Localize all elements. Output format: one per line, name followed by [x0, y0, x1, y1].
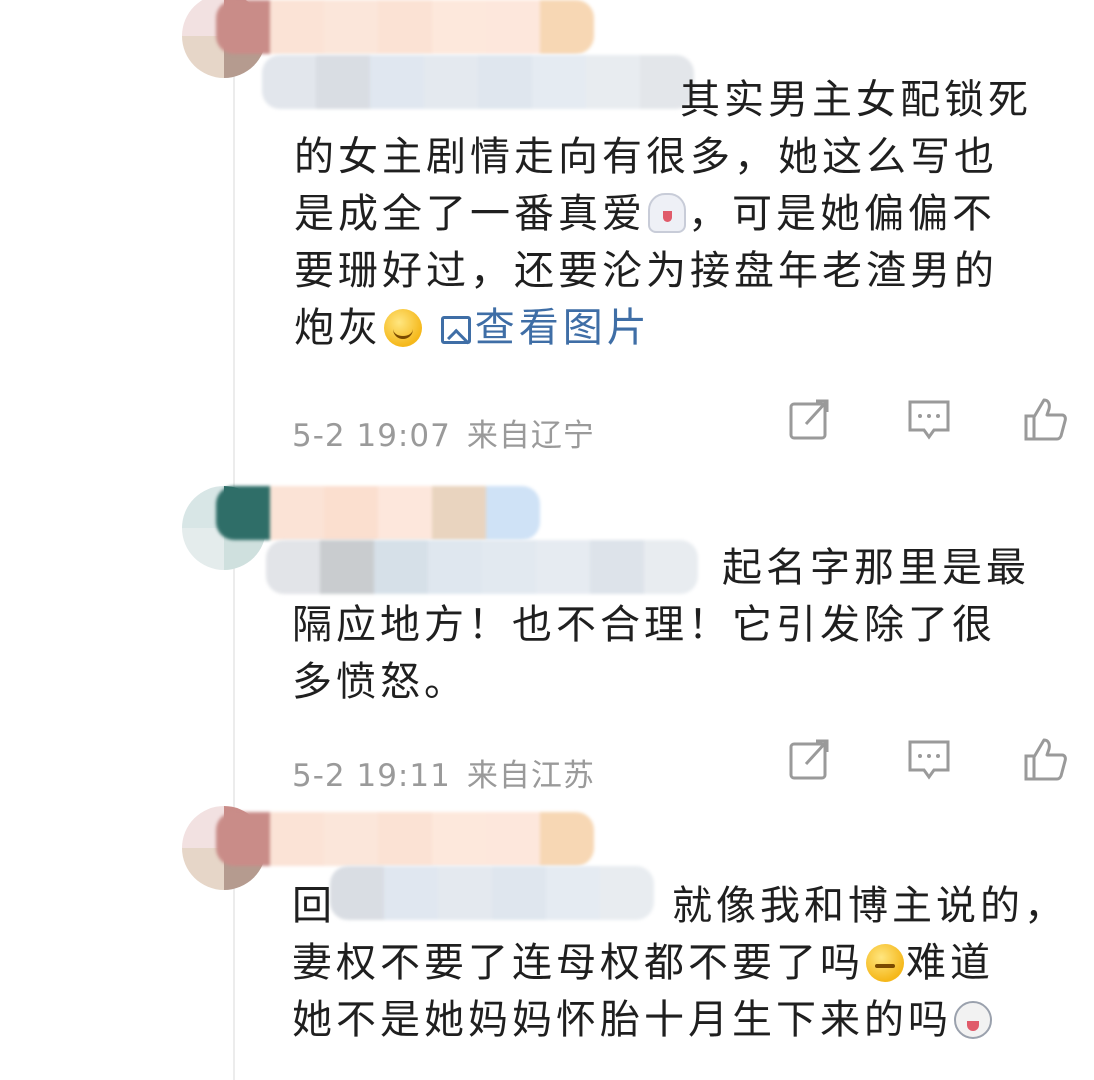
comment-text-line: ，可是她偏偏不 [688, 191, 996, 237]
comment-text-line: 炮灰 [294, 305, 382, 351]
reply-button[interactable] [906, 736, 952, 782]
comment-3-text: 回 就像我和博主说的， 妻权不要了连母权都不要了吗 难道 她不是她妈妈怀胎十月生下来… [292, 878, 1072, 1049]
comment-1: 其实男主女配锁死 的女主剧情走向有很多，她这么写也 是成全了一番真爱 ，可是她偏偏… [0, 0, 1094, 470]
view-picture-link[interactable]: 查看图片 [440, 305, 651, 351]
comment-meta: 5-2 19:11 来自江苏 [292, 750, 611, 795]
username-blurred[interactable] [216, 486, 540, 540]
comment-text-line: 是成全了一番真爱 [294, 191, 646, 237]
reply-icon [908, 740, 950, 780]
comment-2-text: 起名字那里是最 隔应地方！也不合理！它引发除了很 多愤怒。 [292, 540, 1072, 711]
comment-location: 来自江苏 [466, 758, 595, 794]
share-button[interactable] [786, 736, 832, 782]
comment-text-line: 要珊好过，还要沦为接盘年老渣男的 [294, 248, 998, 294]
share-icon [789, 399, 829, 440]
like-icon [1024, 738, 1067, 781]
comment-text-line: 回 [292, 883, 336, 929]
reply-button[interactable] [906, 396, 952, 442]
comment-meta: 5-2 19:07 来自辽宁 [292, 410, 611, 455]
comment-location: 来自辽宁 [466, 418, 595, 454]
comment-time: 5-2 19:11 [292, 758, 451, 794]
view-picture-label: 查看图片 [474, 305, 651, 351]
comment-3: 回 就像我和博主说的， 妻权不要了连母权都不要了吗 难道 她不是她妈妈怀胎十月生下来… [0, 800, 1094, 1080]
comment-time: 5-2 19:07 [292, 418, 451, 454]
comment-text-line: 她不是她妈妈怀胎十月生下来的吗 [292, 997, 952, 1043]
share-icon [789, 739, 829, 780]
like-button[interactable] [1022, 736, 1068, 782]
username-blurred[interactable] [216, 812, 594, 866]
comment-text-line: 的女主剧情走向有很多，她这么写也 [294, 134, 998, 180]
comment-actions [786, 736, 1076, 784]
ghost-emoji [648, 193, 686, 233]
comment-text-line: 其实男主女配锁死 [680, 77, 1032, 123]
comment-text-line: 难道 [906, 940, 994, 986]
picture-icon [440, 316, 471, 344]
comment-text-line: 妻权不要了连母权都不要了吗 [292, 940, 864, 986]
comment-1-text: 其实男主女配锁死 的女主剧情走向有很多，她这么写也 是成全了一番真爱 ，可是她偏偏… [294, 72, 1074, 357]
share-button[interactable] [786, 396, 832, 442]
username-blurred[interactable] [216, 0, 594, 54]
comment-text-line: 起名字那里是最 [722, 545, 1030, 591]
comment-text-line: 就像我和博主说的， [672, 883, 1068, 929]
smile-emoji [384, 309, 422, 347]
like-icon [1024, 398, 1067, 441]
comment-2: 起名字那里是最 隔应地方！也不合理！它引发除了很 多愤怒。 5-2 19:11 来… [0, 470, 1094, 800]
smirk-emoji [866, 944, 904, 982]
like-button[interactable] [1022, 396, 1068, 442]
comment-text-line: 多愤怒。 [292, 659, 468, 705]
comment-actions [786, 396, 1076, 444]
comment-text-line: 隔应地方！也不合理！它引发除了很 [292, 602, 996, 648]
reply-icon [908, 400, 950, 440]
dog-emoji [954, 1001, 992, 1039]
